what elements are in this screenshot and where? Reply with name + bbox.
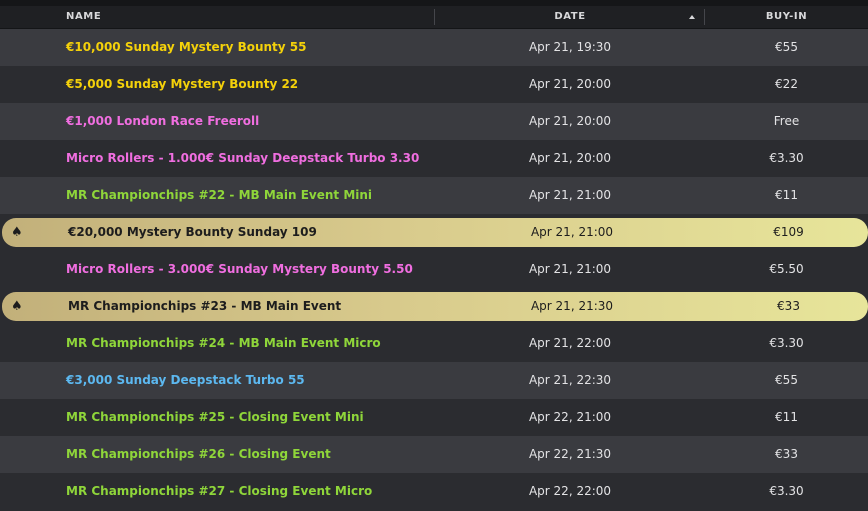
tournament-buyin: €5.50: [769, 262, 804, 276]
tournament-name: MR Championchips #23 - MB Main Event: [68, 299, 342, 313]
tournament-date: Apr 21, 21:30: [530, 299, 614, 313]
table-row[interactable]: MR Championchips #26 - Closing Event Apr…: [0, 436, 868, 473]
tournament-name: €3,000 Sunday Deepstack Turbo 55: [66, 373, 305, 387]
tournament-buyin: €55: [775, 373, 798, 387]
table-row[interactable]: €5,000 Sunday Mystery Bounty 22 Apr 21, …: [0, 66, 868, 103]
column-header-buyin[interactable]: BUY-IN: [705, 6, 868, 28]
tournament-buyin: €55: [775, 40, 798, 54]
sort-ascending-icon[interactable]: [689, 15, 695, 19]
spade-icon: ♠: [11, 299, 23, 314]
column-divider: [434, 9, 435, 25]
table-row[interactable]: €10,000 Sunday Mystery Bounty 55 Apr 21,…: [0, 29, 868, 66]
tournament-buyin: Free: [773, 114, 800, 128]
tournament-name: Micro Rollers - 1.000€ Sunday Deepstack …: [66, 151, 420, 165]
table-row[interactable]: MR Championchips #24 - MB Main Event Mic…: [0, 325, 868, 362]
tournament-buyin: €3.30: [769, 484, 804, 498]
tournament-date: Apr 21, 21:00: [530, 225, 614, 239]
tournament-date: Apr 21, 19:30: [528, 40, 612, 54]
tournament-buyin: €33: [775, 447, 798, 461]
tournament-date: Apr 22, 22:00: [528, 484, 612, 498]
tournament-date: Apr 21, 20:00: [528, 151, 612, 165]
tournament-date: Apr 21, 22:00: [528, 336, 612, 350]
tournament-name: MR Championchips #24 - MB Main Event Mic…: [66, 336, 381, 350]
tournament-buyin: €3.30: [769, 336, 804, 350]
tournament-name: MR Championchips #26 - Closing Event: [66, 447, 331, 461]
tournament-date: Apr 22, 21:30: [528, 447, 612, 461]
table-header: NAME DATE BUY-IN: [0, 6, 868, 29]
tournament-name: MR Championchips #27 - Closing Event Mic…: [66, 484, 373, 498]
tournament-date: Apr 21, 21:00: [528, 188, 612, 202]
tournament-name: MR Championchips #25 - Closing Event Min…: [66, 410, 364, 424]
column-header-name[interactable]: NAME: [66, 6, 101, 28]
tournament-name: €10,000 Sunday Mystery Bounty 55: [66, 40, 307, 54]
tournament-buyin: €33: [777, 299, 800, 313]
tournament-date: Apr 21, 21:00: [528, 262, 612, 276]
tournament-name: €5,000 Sunday Mystery Bounty 22: [66, 77, 299, 91]
tournament-name: MR Championchips #22 - MB Main Event Min…: [66, 188, 373, 202]
table-row[interactable]: Micro Rollers - 3.000€ Sunday Mystery Bo…: [0, 251, 868, 288]
featured-table-row[interactable]: ♠ €20,000 Mystery Bounty Sunday 109 Apr …: [2, 218, 868, 247]
tournament-date: Apr 21, 20:00: [528, 114, 612, 128]
tournament-buyin: €109: [773, 225, 804, 239]
table-row[interactable]: MR Championchips #27 - Closing Event Mic…: [0, 473, 868, 510]
tournament-name: €1,000 London Race Freeroll: [66, 114, 260, 128]
tournament-name: Micro Rollers - 3.000€ Sunday Mystery Bo…: [66, 262, 413, 276]
tournament-list: €10,000 Sunday Mystery Bounty 55 Apr 21,…: [0, 29, 868, 510]
tournament-date: Apr 22, 21:00: [528, 410, 612, 424]
table-row[interactable]: €1,000 London Race Freeroll Apr 21, 20:0…: [0, 103, 868, 140]
column-header-date[interactable]: DATE: [436, 6, 704, 28]
tournament-date: Apr 21, 20:00: [528, 77, 612, 91]
tournament-buyin: €22: [775, 77, 798, 91]
tournament-date: Apr 21, 22:30: [528, 373, 612, 387]
table-row[interactable]: MR Championchips #25 - Closing Event Min…: [0, 399, 868, 436]
tournament-name: €20,000 Mystery Bounty Sunday 109: [68, 225, 317, 239]
featured-table-row[interactable]: ♠ MR Championchips #23 - MB Main Event A…: [2, 292, 868, 321]
tournament-buyin: €11: [775, 410, 798, 424]
tournament-buyin: €3.30: [769, 151, 804, 165]
table-row[interactable]: €3,000 Sunday Deepstack Turbo 55 Apr 21,…: [0, 362, 868, 399]
table-row[interactable]: MR Championchips #22 - MB Main Event Min…: [0, 177, 868, 214]
table-row[interactable]: Micro Rollers - 1.000€ Sunday Deepstack …: [0, 140, 868, 177]
tournament-buyin: €11: [775, 188, 798, 202]
spade-icon: ♠: [11, 225, 23, 240]
